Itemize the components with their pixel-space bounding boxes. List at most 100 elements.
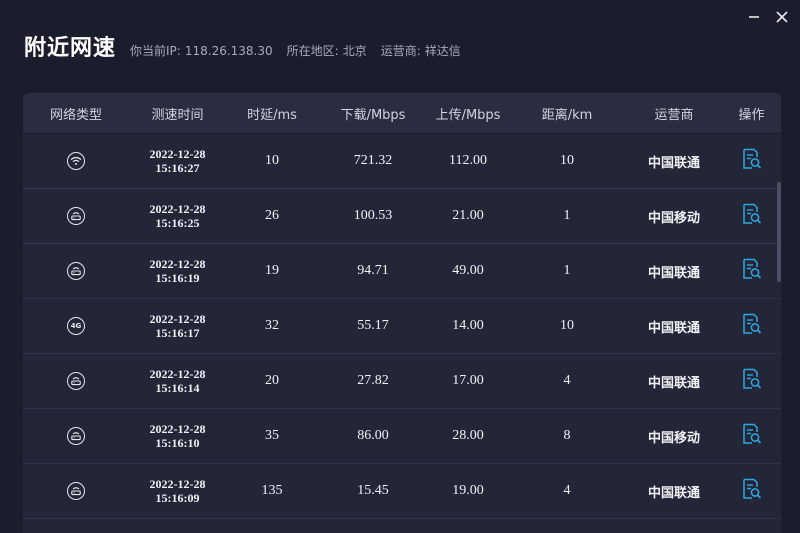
- speed-table: 网络类型 测速时间 时延/ms 下载/Mbps 上传/Mbps 距离/km 运营…: [23, 93, 781, 533]
- nearby-speed-window: 附近网速 你当前IP: 118.26.138.30 所在地区: 北京 运营商: 祥达信…: [0, 0, 800, 533]
- upload-cell: 21.00: [452, 208, 484, 223]
- title-row: 附近网速 你当前IP: 118.26.138.30 所在地区: 北京 运营商: 祥达信: [24, 30, 475, 62]
- report-search-icon[interactable]: [742, 313, 762, 340]
- network-type-cell: [23, 151, 129, 171]
- header-download: 下载/Mbps: [340, 107, 406, 123]
- download-cell: 27.82: [357, 373, 389, 388]
- isp-info: 运营商: 祥达信: [381, 42, 461, 59]
- report-search-icon[interactable]: [742, 423, 762, 450]
- 4g-icon: 4G: [67, 317, 85, 336]
- test-time-cell: 2022-12-28 15:16:17: [129, 312, 226, 340]
- upload-cell: 28.00: [452, 428, 484, 443]
- header-latency: 时延/ms: [247, 107, 297, 123]
- distance-cell: 4: [563, 483, 571, 498]
- broadband-icon: [67, 371, 85, 390]
- isp-cell: 中国联通: [647, 375, 700, 391]
- test-time-cell: 2022-12-28 15:16:14: [129, 367, 226, 395]
- isp-cell: 中国联通: [647, 320, 700, 336]
- isp-cell: 中国移动: [647, 210, 700, 226]
- test-time: 15:16:09: [155, 491, 200, 505]
- report-search-icon[interactable]: [742, 203, 762, 230]
- table-row[interactable]: 2022-12-28 15:16:27 10 721.32 112.00 10 …: [23, 134, 781, 189]
- distance-cell: 1: [563, 208, 571, 223]
- close-button[interactable]: [770, 6, 794, 28]
- test-date: 2022-12-28: [149, 312, 206, 326]
- table-body: 2022-12-28 15:16:27 10 721.32 112.00 10 …: [23, 134, 781, 519]
- isp-value: 祥达信: [424, 44, 461, 58]
- broadband-icon: [67, 481, 85, 500]
- minimize-button[interactable]: [742, 6, 766, 28]
- header-isp: 运营商: [654, 107, 694, 123]
- upload-cell: 17.00: [452, 373, 484, 388]
- network-type-cell: [23, 481, 129, 501]
- table-row[interactable]: 2022-12-28 15:16:19 19 94.71 49.00 1 中国联…: [23, 244, 781, 299]
- broadband-icon: [67, 261, 85, 280]
- test-date: 2022-12-28: [149, 477, 206, 491]
- 4g-label: 4G: [70, 321, 82, 330]
- distance-cell: 10: [560, 153, 574, 168]
- operation-cell: [722, 258, 781, 285]
- scrollbar-thumb[interactable]: [777, 182, 781, 282]
- test-time-cell: 2022-12-28 15:16:09: [129, 477, 226, 505]
- network-type-cell: [23, 261, 129, 281]
- report-search-icon[interactable]: [742, 478, 762, 505]
- test-date: 2022-12-28: [149, 147, 206, 161]
- test-time: 15:16:10: [155, 436, 200, 450]
- test-time-cell: 2022-12-28 15:16:19: [129, 257, 226, 285]
- header-network-type: 网络类型: [49, 107, 102, 123]
- test-date: 2022-12-28: [149, 257, 206, 271]
- test-date: 2022-12-28: [149, 202, 206, 216]
- broadband-icon: [67, 426, 85, 445]
- test-time: 15:16:27: [155, 161, 200, 175]
- distance-cell: 8: [563, 428, 571, 443]
- ip-value: 118.26.138.30: [184, 44, 273, 58]
- distance-cell: 4: [563, 373, 571, 388]
- download-cell: 55.17: [357, 318, 389, 333]
- isp-cell: 中国联通: [647, 485, 700, 501]
- isp-label: 运营商:: [380, 44, 421, 58]
- header-distance: 距离/km: [541, 107, 593, 123]
- operation-cell: [722, 148, 781, 175]
- download-cell: 94.71: [357, 263, 389, 278]
- network-type-cell: [23, 371, 129, 391]
- test-time-cell: 2022-12-28 15:16:25: [129, 202, 226, 230]
- report-search-icon[interactable]: [742, 368, 762, 395]
- table-row[interactable]: 2022-12-28 15:16:25 26 100.53 21.00 1 中国…: [23, 189, 781, 244]
- distance-cell: 10: [560, 318, 574, 333]
- upload-cell: 14.00: [452, 318, 484, 333]
- latency-cell: 10: [265, 153, 279, 168]
- latency-cell: 135: [261, 483, 283, 498]
- latency-cell: 35: [265, 428, 279, 443]
- network-type-cell: 4G: [23, 317, 129, 336]
- latency-cell: 19: [265, 263, 279, 278]
- test-time: 15:16:19: [155, 271, 200, 285]
- download-cell: 15.45: [357, 483, 389, 498]
- isp-cell: 中国移动: [647, 430, 700, 446]
- broadband-icon: [67, 206, 85, 225]
- table-row[interactable]: 2022-12-28 15:16:09 135 15.45 19.00 4 中国…: [23, 464, 781, 519]
- upload-cell: 19.00: [452, 483, 484, 498]
- table-row[interactable]: 2022-12-28 15:16:10 35 86.00 28.00 8 中国移…: [23, 409, 781, 464]
- latency-cell: 26: [265, 208, 279, 223]
- table-row[interactable]: 2022-12-28 15:16:14 20 27.82 17.00 4 中国联…: [23, 354, 781, 409]
- distance-cell: 1: [563, 263, 571, 278]
- network-type-cell: [23, 426, 129, 446]
- download-cell: 721.32: [353, 153, 393, 168]
- ip-label: 你当前IP:: [130, 44, 181, 58]
- test-date: 2022-12-28: [149, 422, 206, 436]
- latency-cell: 32: [265, 318, 279, 333]
- upload-cell: 49.00: [452, 263, 484, 278]
- report-search-icon[interactable]: [742, 148, 762, 175]
- table-header: 网络类型 测速时间 时延/ms 下载/Mbps 上传/Mbps 距离/km 运营…: [23, 93, 781, 134]
- operation-cell: [722, 423, 781, 450]
- network-type-cell: [23, 206, 129, 226]
- download-cell: 86.00: [357, 428, 389, 443]
- latency-cell: 20: [265, 373, 279, 388]
- report-search-icon[interactable]: [742, 258, 762, 285]
- table-row[interactable]: 4G 2022-12-28 15:16:17 32 55.17 14.00 10…: [23, 299, 781, 354]
- wifi-icon: [67, 151, 85, 170]
- header-upload: 上传/Mbps: [435, 107, 501, 123]
- region-info: 所在地区: 北京: [287, 42, 367, 59]
- test-date: 2022-12-28: [149, 367, 206, 381]
- close-icon: [776, 11, 788, 23]
